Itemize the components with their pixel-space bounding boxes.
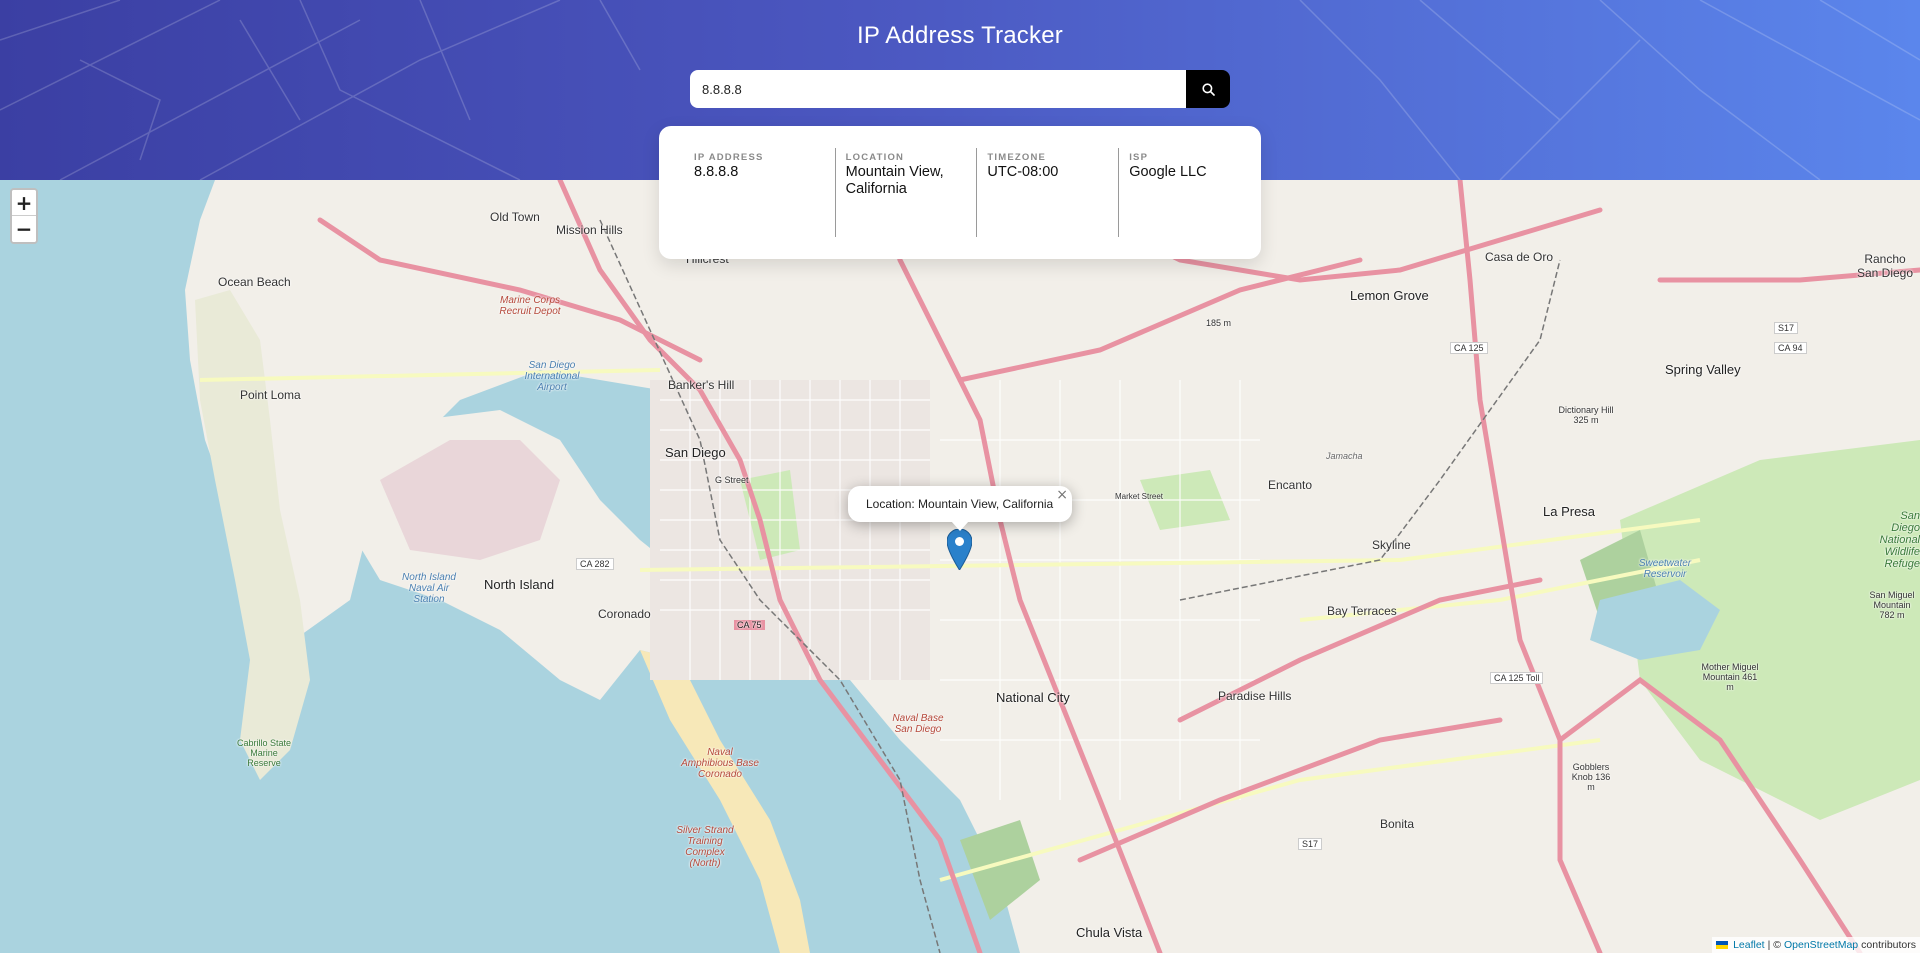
- popup-close-button[interactable]: ×: [1056, 487, 1068, 503]
- ip-address-section: IP Address 8.8.8.8: [694, 148, 836, 237]
- page-title: IP Address Tracker: [857, 22, 1063, 49]
- ip-address-label: IP Address: [694, 152, 764, 163]
- map-label-wildlife-refuge: San Diego National Wildlife Refuge: [1879, 510, 1920, 570]
- map-label-bankers-hill: Banker's Hill: [668, 378, 735, 392]
- map-label-spring-valley: Spring Valley: [1665, 362, 1741, 377]
- leaflet-link[interactable]: Leaflet: [1733, 939, 1765, 951]
- map-attribution: Leaflet | © OpenStreetMap contributors: [1712, 937, 1920, 953]
- timezone-value: UTC-08:00: [987, 164, 1059, 180]
- map-label-cabrillo: Cabrillo State Marine Reserve: [236, 738, 292, 768]
- map-marker-icon[interactable]: [947, 529, 972, 570]
- ip-address-value: 8.8.8.8: [694, 164, 739, 180]
- popup-text: Location: Mountain View, California: [866, 497, 1054, 511]
- openstreetmap-link[interactable]: OpenStreetMap: [1784, 939, 1858, 951]
- popup-tip: [951, 521, 969, 531]
- isp-label: ISP: [1129, 152, 1149, 163]
- map-label-north-island-station: North Island Naval Air Station: [402, 572, 456, 605]
- search-input[interactable]: [690, 70, 1186, 108]
- map-label-height-185: 185 m: [1206, 318, 1232, 328]
- map-label-coronado: Coronado: [598, 607, 651, 621]
- map-label-old-town: Old Town: [490, 210, 540, 224]
- ukraine-flag-icon: [1716, 941, 1729, 949]
- location-popup: Location: Mountain View, California ×: [848, 486, 1072, 531]
- map-label-ca-125: CA 125: [1450, 342, 1488, 354]
- map-label-marine-depot: Marine Corps Recruit Depot: [499, 295, 561, 317]
- zoom-out-button[interactable]: −: [12, 216, 36, 242]
- isp-value: Google LLC: [1129, 164, 1207, 180]
- map-label-ca-75: CA 75: [734, 620, 765, 630]
- zoom-control: + −: [10, 188, 38, 244]
- zoom-in-button[interactable]: +: [12, 190, 36, 216]
- map-label-lemon-grove: Lemon Grove: [1350, 288, 1429, 303]
- location-label: Location: [845, 152, 905, 163]
- search-icon: [1201, 82, 1215, 96]
- search-form: [690, 70, 1230, 108]
- location-section: Location Mountain View, California: [836, 148, 978, 237]
- map-label-gobblers-knob: Gobblers Knob 136 m: [1571, 762, 1611, 792]
- location-value: Mountain View, California: [845, 164, 944, 197]
- map-label-market-street: Market Street: [1115, 492, 1164, 501]
- map-label-national-city: National City: [996, 690, 1070, 705]
- map-label-jamacha: Jamacha: [1326, 451, 1363, 461]
- map-label-naval-amphibious: Naval Amphibious Base Coronado: [681, 747, 759, 780]
- map-label-north-island: North Island: [484, 577, 555, 592]
- map-label-mother-miguel: Mother Miguel Mountain 461 m: [1701, 662, 1759, 692]
- map-label-mission-hills: Mission Hills: [556, 223, 623, 237]
- map-label-sweetwater-reservoir: Sweetwater Reservoir: [1638, 558, 1692, 580]
- map-label-ocean-beach: Ocean Beach: [218, 275, 291, 289]
- map-label-s17: S17: [1774, 322, 1799, 334]
- search-button[interactable]: [1186, 70, 1230, 108]
- map-label-la-presa: La Presa: [1543, 504, 1596, 519]
- map-label-san-diego: San Diego: [665, 445, 726, 460]
- timezone-section: Timezone UTC-08:00: [977, 148, 1120, 237]
- map-label-ca-94: CA 94: [1774, 342, 1807, 354]
- map-label-chula-vista: Chula Vista: [1076, 925, 1143, 940]
- map-label-dictionary-hill: Dictionary Hill 325 m: [1558, 405, 1614, 425]
- attribution-suffix: contributors: [1861, 939, 1916, 951]
- ip-info-card: IP Address 8.8.8.8 Location Mountain Vie…: [659, 126, 1261, 259]
- map-label-ca-282: CA 282: [576, 558, 614, 570]
- map-label-silver-strand: Silver Strand Training Complex (North): [676, 825, 734, 869]
- attribution-separator: | ©: [1767, 939, 1781, 951]
- map-label-g-street: G Street: [715, 475, 749, 485]
- map-label-airport: San Diego International Airport: [524, 360, 580, 393]
- map-label-bay-terraces: Bay Terraces: [1327, 604, 1397, 618]
- map-label-skyline: Skyline: [1372, 538, 1411, 552]
- isp-section: ISP Google LLC: [1119, 148, 1261, 237]
- map-label-rancho-san-diego: Rancho San Diego: [1856, 252, 1914, 280]
- map-label-s17-south: S17: [1298, 838, 1323, 850]
- map-label-encanto: Encanto: [1268, 478, 1313, 492]
- map-label-ca-125-toll: CA 125 Toll: [1490, 672, 1544, 684]
- map-label-casa-de-oro: Casa de Oro: [1485, 250, 1554, 264]
- map-label-bonita: Bonita: [1380, 817, 1415, 831]
- map-label-naval-base: Naval Base San Diego: [892, 713, 944, 735]
- map-label-paradise-hills: Paradise Hills: [1218, 689, 1292, 703]
- map-label-point-loma: Point Loma: [240, 388, 301, 402]
- timezone-label: Timezone: [987, 152, 1047, 163]
- map-label-san-miguel: San Miguel Mountain 782 m: [1869, 590, 1915, 620]
